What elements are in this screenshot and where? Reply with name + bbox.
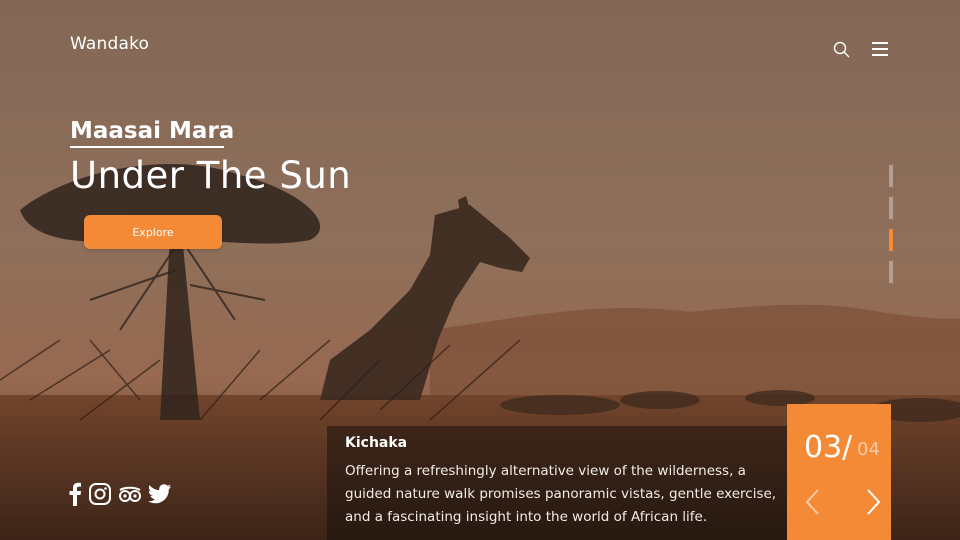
caption-title: Kichaka: [345, 435, 408, 451]
prev-slide-button[interactable]: [804, 488, 820, 516]
brand-logo[interactable]: Wandako: [70, 34, 149, 54]
instagram-link[interactable]: [88, 482, 112, 506]
slide-caption-panel: Kichaka Offering a refreshingly alternat…: [327, 426, 787, 540]
hero-subtitle: Maasai Mara: [70, 118, 235, 144]
facebook-icon: [69, 482, 81, 506]
slide-counter-panel: 03/ 04: [787, 404, 891, 540]
next-slide-button[interactable]: [866, 488, 882, 516]
pager-dot-1[interactable]: [889, 165, 893, 187]
pager-dot-3-active[interactable]: [889, 229, 893, 251]
facebook-link[interactable]: [68, 482, 82, 506]
social-links: [68, 482, 178, 506]
search-icon: [833, 41, 850, 58]
menu-button[interactable]: [870, 40, 892, 58]
tripadvisor-link[interactable]: [118, 482, 142, 506]
chevron-left-icon: [805, 489, 819, 515]
twitter-icon: [148, 484, 171, 504]
counter-total: 04: [857, 439, 880, 460]
counter-current: 03/: [804, 430, 853, 465]
explore-button[interactable]: Explore: [84, 215, 222, 249]
hamburger-menu-icon: [872, 42, 888, 56]
pager-dot-2[interactable]: [889, 197, 893, 219]
pager-dot-4[interactable]: [889, 261, 893, 283]
caption-text: Offering a refreshingly alternative view…: [345, 463, 777, 525]
hero-subtitle-underline: [70, 146, 224, 148]
tripadvisor-icon: [119, 486, 141, 502]
hero-title: Under The Sun: [70, 154, 352, 197]
instagram-icon: [89, 483, 111, 505]
search-button[interactable]: [832, 40, 852, 60]
twitter-link[interactable]: [148, 483, 172, 505]
chevron-right-icon: [867, 489, 881, 515]
